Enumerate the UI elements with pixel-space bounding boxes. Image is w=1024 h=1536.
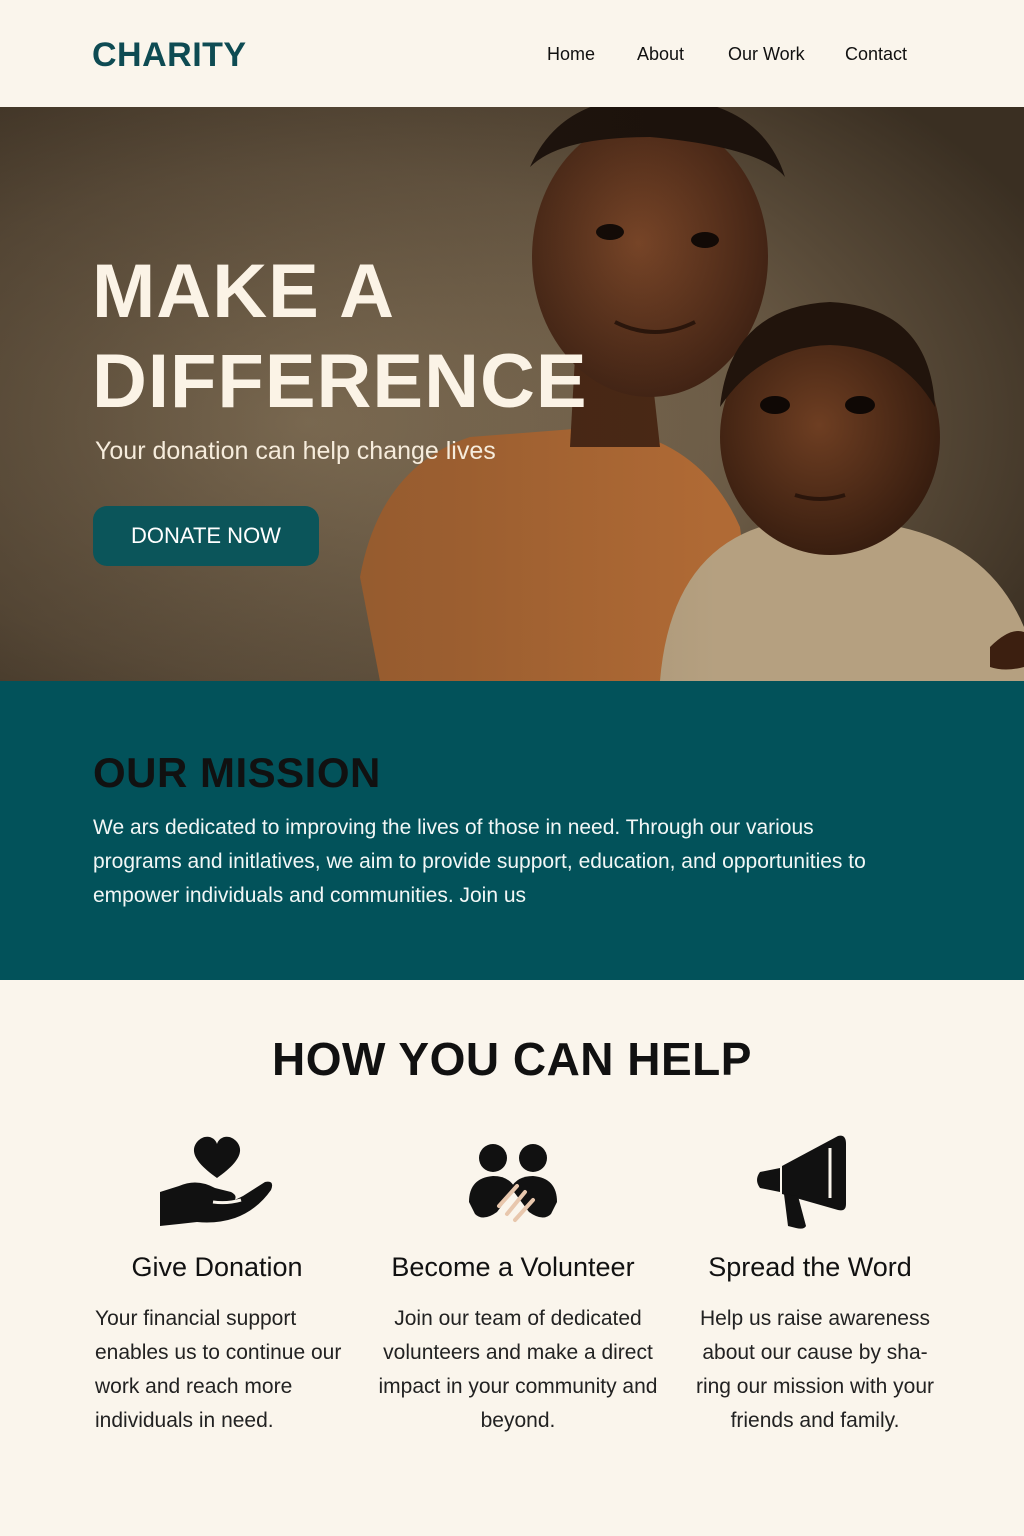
donate-now-button[interactable]: DONATE NOW (93, 506, 319, 566)
hero-title: MAKE A DIFFERENCE (92, 247, 588, 427)
give-donation-card: Give Donation Your financial support ena… (72, 1130, 362, 1450)
give-donation-title: Give Donation (131, 1252, 303, 1282)
hero-title-line-1: MAKE A (92, 249, 395, 334)
help-heading: HOW YOU CAN HELP (272, 1033, 752, 1085)
spread-word-card: Spread the Word Help us raise awareness … (665, 1130, 955, 1450)
main-nav: Home About Our Work Contact (0, 44, 1024, 68)
site-header: CHARITY Home About Our Work Contact (0, 0, 1024, 107)
mission-heading: OUR MISSION (93, 749, 381, 796)
hero-section: MAKE A DIFFERENCE Your donation can help… (0, 107, 1024, 681)
nav-contact-link[interactable]: Contact (845, 44, 907, 65)
nav-about-link[interactable]: About (637, 44, 684, 65)
megaphone-icon (757, 1135, 846, 1229)
spread-word-title: Spread the Word (708, 1252, 912, 1282)
nav-home-link[interactable]: Home (547, 44, 595, 65)
hero-subtitle: Your donation can help change lives (95, 437, 496, 465)
mission-text: We ars dedicated to improving the lives … (93, 816, 866, 907)
volunteer-title: Become a Volunteer (391, 1252, 635, 1282)
mission-section: OUR MISSION We ars dedicated to improvin… (0, 681, 1024, 980)
volunteer-text: Join our team of dedicated volunteers an… (378, 1307, 658, 1432)
spread-word-text: Help us raise awareness about our cause … (695, 1307, 935, 1432)
nav-our-work-link[interactable]: Our Work (728, 44, 805, 65)
volunteers-handshake-icon (469, 1144, 557, 1222)
hero-title-line-2: DIFFERENCE (92, 339, 588, 424)
give-donation-text: Your financial support enables us to con… (95, 1307, 342, 1432)
heart-hand-icon (160, 1136, 273, 1226)
volunteer-card: Become a Volunteer Join our team of dedi… (368, 1130, 658, 1450)
